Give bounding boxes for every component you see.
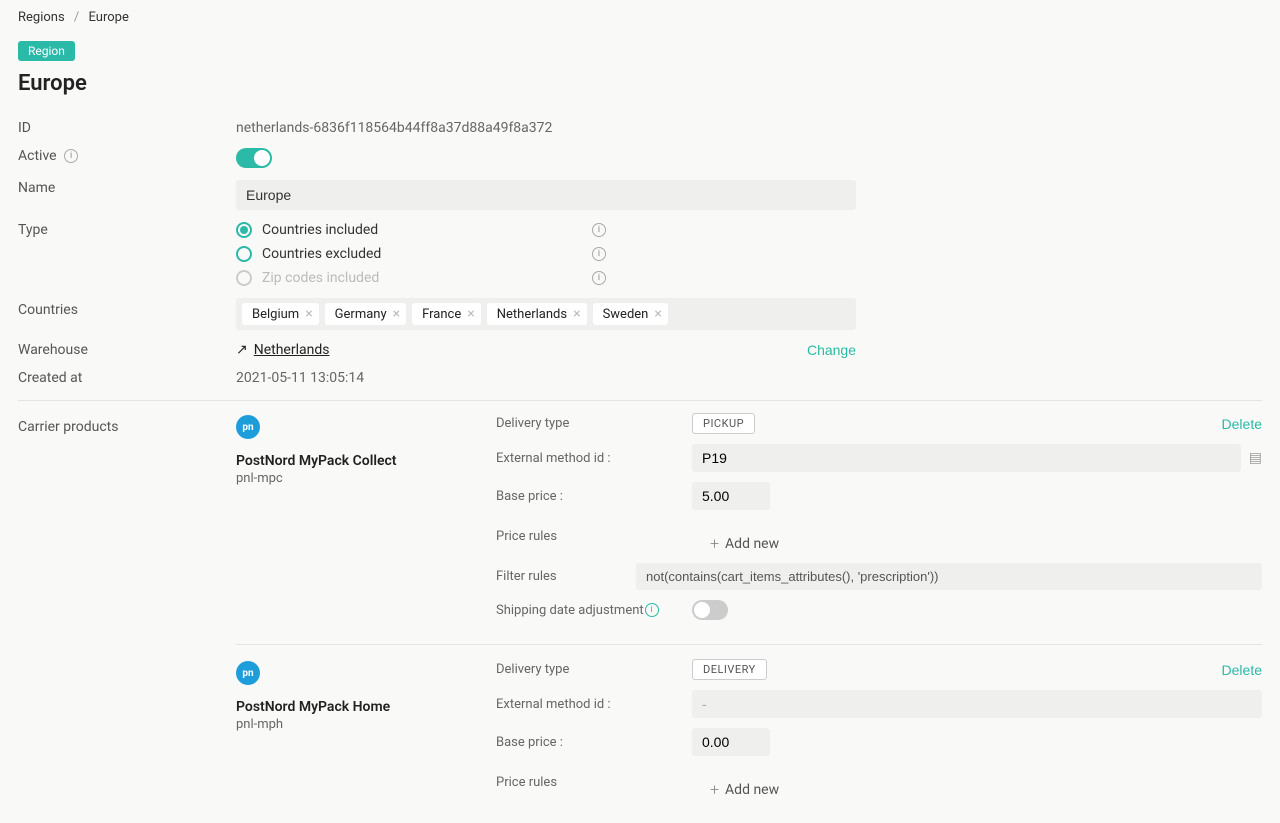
info-icon[interactable]: i <box>592 223 606 237</box>
shipping-date-toggle[interactable] <box>692 600 728 620</box>
page-title: Europe <box>18 71 1262 96</box>
plus-icon: + <box>710 780 719 799</box>
label-base-price: Base price : <box>496 489 692 504</box>
label-name: Name <box>18 174 228 216</box>
label-price-rules: Price rules <box>496 775 692 790</box>
carrier-name: PostNord MyPack Collect <box>236 453 466 469</box>
active-toggle[interactable] <box>236 148 272 168</box>
label-active: Active i <box>18 142 228 174</box>
external-method-id-input[interactable] <box>692 690 1262 718</box>
radio-countries-included[interactable] <box>236 222 252 238</box>
change-warehouse-button[interactable]: Change <box>807 342 856 358</box>
info-icon[interactable]: i <box>645 603 659 617</box>
radio-label-excluded: Countries excluded <box>262 246 381 262</box>
country-tag: Germany× <box>325 303 406 325</box>
info-icon[interactable]: i <box>592 271 606 285</box>
external-link-icon: ↗ <box>236 342 248 358</box>
radio-label-included: Countries included <box>262 222 378 238</box>
radio-zip-included <box>236 270 252 286</box>
label-price-rules: Price rules <box>496 529 692 544</box>
country-tag: Netherlands× <box>487 303 587 325</box>
label-type: Type <box>18 216 228 292</box>
tag-remove-icon[interactable]: × <box>467 306 474 322</box>
label-created-at: Created at <box>18 364 228 392</box>
carrier-code: pnl-mpc <box>236 471 466 486</box>
radio-countries-excluded[interactable] <box>236 246 252 262</box>
label-warehouse: Warehouse <box>18 336 228 364</box>
label-external-method-id: External method id : <box>496 451 692 466</box>
name-input[interactable] <box>236 180 856 210</box>
label-base-price: Base price : <box>496 735 692 750</box>
add-price-rule-button[interactable]: + Add new <box>710 534 779 553</box>
delete-carrier-button[interactable]: Delete <box>1222 416 1262 432</box>
label-id: ID <box>18 114 228 142</box>
warehouse-link[interactable]: Netherlands <box>254 342 330 358</box>
external-method-id-input[interactable] <box>692 444 1241 472</box>
label-shipping-date-adjustment: Shipping date adjustmenti <box>496 603 692 618</box>
label-carrier-products: Carrier products <box>18 413 228 644</box>
label-countries: Countries <box>18 292 228 336</box>
tag-remove-icon[interactable]: × <box>573 306 580 322</box>
delete-carrier-button[interactable]: Delete <box>1222 662 1262 678</box>
plus-icon: + <box>710 534 719 553</box>
value-created-at: 2021-05-11 13:05:14 <box>236 364 1262 392</box>
filter-rules-input[interactable] <box>636 563 1262 590</box>
tag-remove-icon[interactable]: × <box>654 306 661 322</box>
delivery-type-badge: PICKUP <box>692 413 755 434</box>
country-tag: Sweden× <box>593 303 668 325</box>
countries-input[interactable]: Belgium× Germany× France× Netherlands× S… <box>236 298 856 330</box>
tag-remove-icon[interactable]: × <box>393 306 400 322</box>
label-external-method-id: External method id : <box>496 697 692 712</box>
carrier-code: pnl-mph <box>236 717 466 732</box>
delivery-type-badge: DELIVERY <box>692 659 767 680</box>
region-badge: Region <box>18 41 75 61</box>
breadcrumb-root[interactable]: Regions <box>18 10 65 25</box>
country-tag: France× <box>412 303 481 325</box>
radio-label-zip: Zip codes included <box>262 270 379 286</box>
info-icon[interactable]: i <box>64 149 78 163</box>
carrier-name: PostNord MyPack Home <box>236 699 466 715</box>
value-id: netherlands-6836f118564b44ff8a37d88a49f8… <box>236 114 1262 142</box>
label-delivery-type: Delivery type <box>496 416 692 431</box>
base-price-input[interactable] <box>692 728 770 756</box>
add-price-rule-button[interactable]: + Add new <box>710 780 779 799</box>
carrier-logo-icon: pn <box>236 415 260 439</box>
label-delivery-type: Delivery type <box>496 662 692 677</box>
carrier-logo-icon: pn <box>236 661 260 685</box>
breadcrumb-current: Europe <box>89 10 129 25</box>
list-icon[interactable]: ▤ <box>1249 450 1262 466</box>
tag-remove-icon[interactable]: × <box>305 306 312 322</box>
country-tag: Belgium× <box>242 303 319 325</box>
info-icon[interactable]: i <box>592 247 606 261</box>
base-price-input[interactable] <box>692 482 770 510</box>
breadcrumb: Regions / Europe <box>18 10 1262 25</box>
